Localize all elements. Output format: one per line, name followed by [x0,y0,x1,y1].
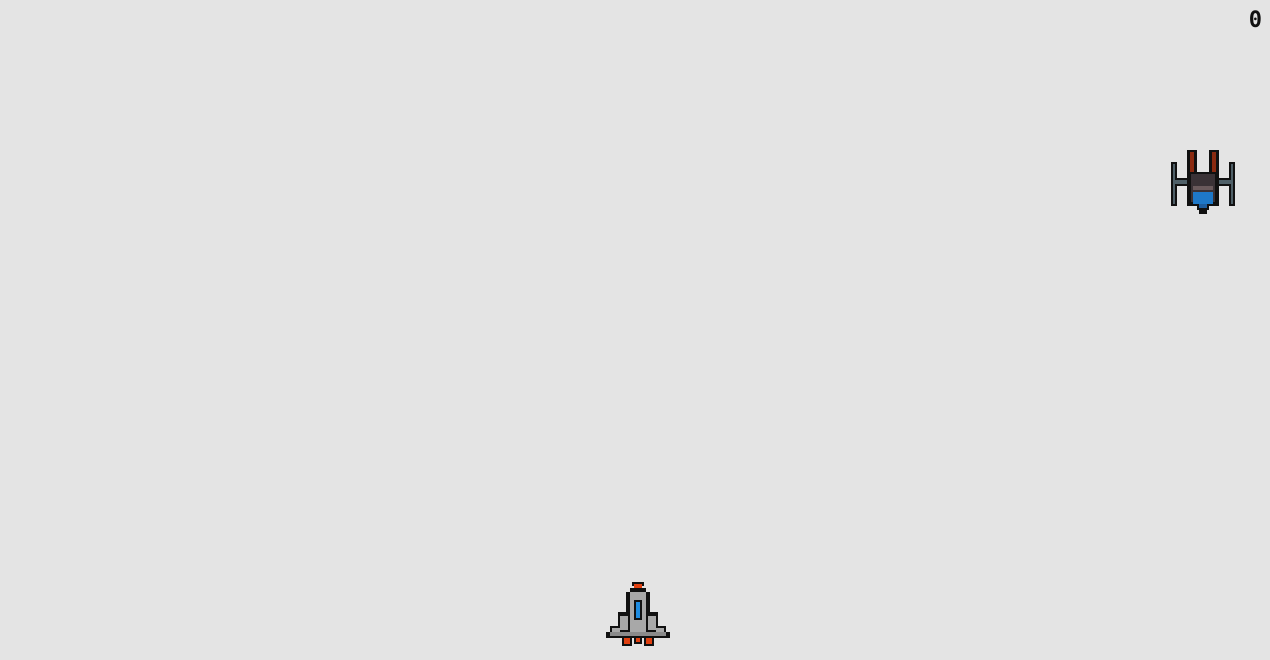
enemy-fighter-icon [1171,150,1235,214]
player-rocket-icon [606,582,670,646]
score-counter: 0 [1248,8,1262,33]
game-canvas[interactable]: 0 [0,0,1270,660]
